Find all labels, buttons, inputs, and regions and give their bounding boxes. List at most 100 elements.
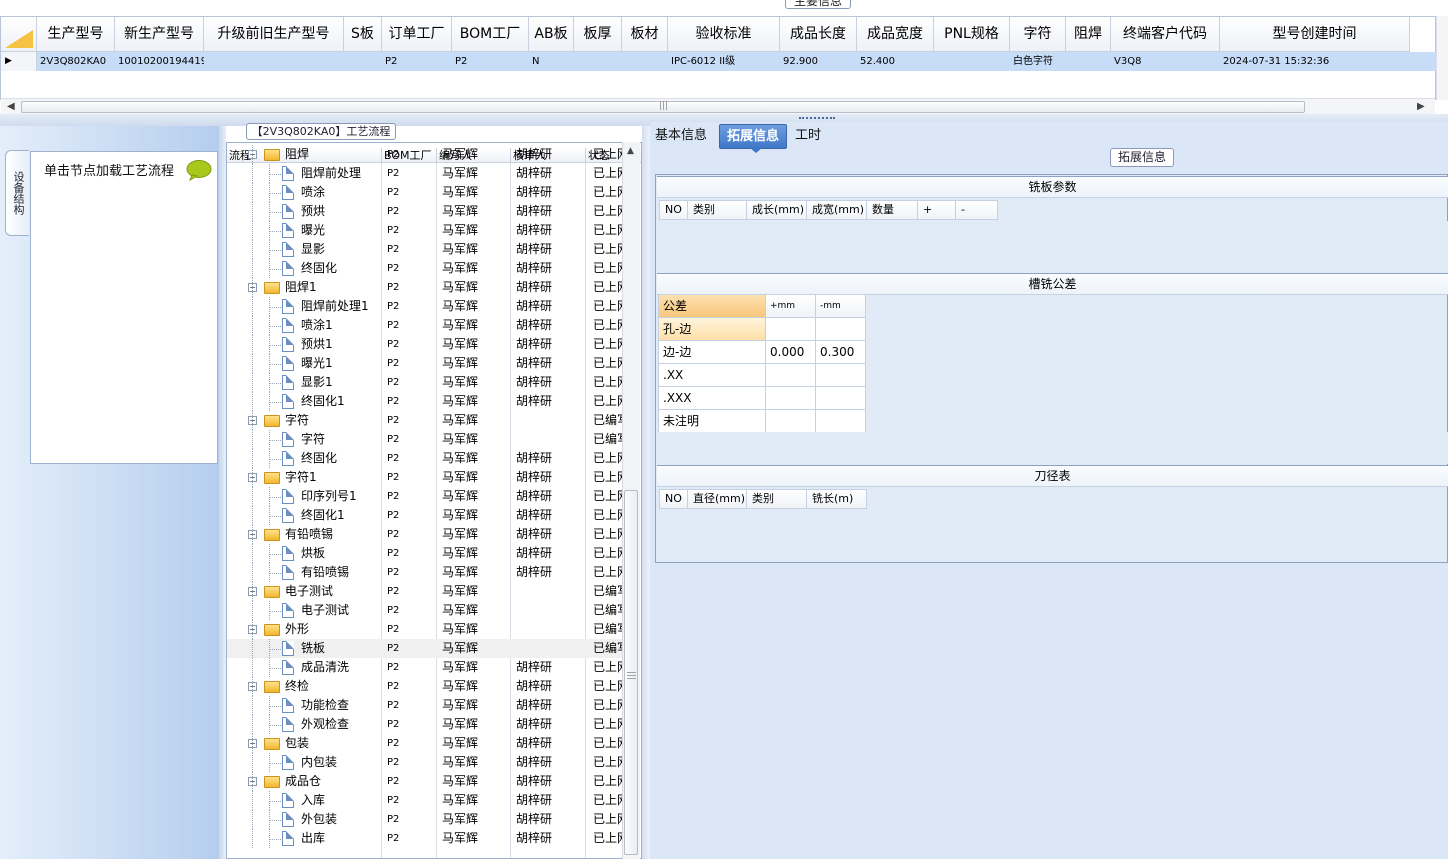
- tree-node-label[interactable]: 曝光: [301, 221, 325, 240]
- tree-node-label[interactable]: 字符: [301, 430, 325, 449]
- tree-row[interactable]: 功能检查 P2 马军辉 胡梓研 已上网: [227, 696, 624, 715]
- tree-row[interactable]: 预烘 P2 马军辉 胡梓研 已上网: [227, 202, 624, 221]
- mill-column-header[interactable]: 成宽(mm): [807, 200, 867, 220]
- table-cell[interactable]: V3Q8: [1111, 52, 1220, 71]
- scroll-right-icon[interactable]: ▶: [1417, 99, 1425, 115]
- tree-node-label[interactable]: 曝光1: [301, 354, 333, 373]
- table-cell[interactable]: 白色字符: [1010, 52, 1066, 71]
- tree-node-label[interactable]: 包装: [285, 734, 309, 753]
- tree-node-label[interactable]: 外包装: [301, 810, 337, 829]
- tree-row[interactable]: −外形P2马军辉已编写: [227, 620, 624, 639]
- table-cell[interactable]: 52.400: [857, 52, 934, 71]
- tree-row[interactable]: 外观检查 P2 马军辉 胡梓研 已上网: [227, 715, 624, 734]
- tree-node-label[interactable]: 成品清洗: [301, 658, 349, 677]
- tree-row[interactable]: 阻焊前处理1 P2 马军辉 胡梓研 已上网: [227, 297, 624, 316]
- column-header[interactable]: 订单工厂: [382, 17, 452, 52]
- tree-row[interactable]: 有铅喷锡 P2 马军辉 胡梓研 已上网: [227, 563, 624, 582]
- tree-row[interactable]: 预烘1 P2 马军辉 胡梓研 已上网: [227, 335, 624, 354]
- tree-node-label[interactable]: 电子测试: [285, 582, 333, 601]
- mill-column-header[interactable]: 数量: [867, 200, 918, 220]
- column-header[interactable]: 成品宽度: [857, 17, 934, 52]
- column-header[interactable]: 新生产型号: [115, 17, 204, 52]
- table-cell[interactable]: [344, 52, 382, 71]
- tab-work-hours[interactable]: 工时: [791, 124, 825, 149]
- table-cell[interactable]: [574, 52, 622, 71]
- column-header[interactable]: 型号创建时间: [1220, 17, 1410, 52]
- column-header[interactable]: 终端客户代码: [1111, 17, 1220, 52]
- tree-node-label[interactable]: 有铅喷锡: [285, 525, 333, 544]
- mill-column-header[interactable]: -: [956, 200, 998, 220]
- mill-column-header[interactable]: 类别: [688, 200, 747, 220]
- tree-row[interactable]: −电子测试P2马军辉已编写: [227, 582, 624, 601]
- tree-row[interactable]: −有铅喷锡P2马军辉胡梓研已上网: [227, 525, 624, 544]
- tree-row[interactable]: −字符P2马军辉已编写: [227, 411, 624, 430]
- table-cell[interactable]: 10010200194419: [115, 52, 204, 71]
- cutter-column-header[interactable]: 直径(mm): [688, 489, 747, 509]
- tree-row[interactable]: 终固化 P2 马军辉 胡梓研 已上网: [227, 449, 624, 468]
- tree-row[interactable]: 烘板 P2 马军辉 胡梓研 已上网: [227, 544, 624, 563]
- column-header[interactable]: S板: [344, 17, 382, 52]
- tree-node-label[interactable]: 预烘: [301, 202, 325, 221]
- tolerance-cell[interactable]: 0.300: [816, 341, 866, 364]
- table-cell[interactable]: 92.900: [780, 52, 857, 71]
- tree-row[interactable]: 终固化1 P2 马军辉 胡梓研 已上网: [227, 506, 624, 525]
- mill-column-header[interactable]: 成长(mm): [747, 200, 807, 220]
- vtab-equipment-structure[interactable]: 设备结构: [5, 150, 29, 236]
- tree-row[interactable]: 铣板 P2 马军辉 已编写: [227, 639, 624, 658]
- tree-row[interactable]: 终固化1 P2 马军辉 胡梓研 已上网: [227, 392, 624, 411]
- tree-node-label[interactable]: 终固化: [301, 259, 337, 278]
- tolerance-cell[interactable]: [816, 387, 866, 410]
- tolerance-cell[interactable]: [766, 387, 816, 410]
- tree-node-label[interactable]: 有铅喷锡: [301, 563, 349, 582]
- tree-row[interactable]: 阻焊前处理 P2 马军辉 胡梓研 已上网: [227, 164, 624, 183]
- tree-row[interactable]: −字符1P2马军辉胡梓研已上网: [227, 468, 624, 487]
- tree-node-label[interactable]: 预烘1: [301, 335, 333, 354]
- tree-node-label[interactable]: 喷涂: [301, 183, 325, 202]
- tree-row[interactable]: 喷涂 P2 马军辉 胡梓研 已上网: [227, 183, 624, 202]
- scroll-up-icon[interactable]: ▲: [627, 146, 634, 156]
- column-header[interactable]: 成品长度: [780, 17, 857, 52]
- tree-node-label[interactable]: 内包装: [301, 753, 337, 772]
- tree-row[interactable]: 入库 P2 马军辉 胡梓研 已上网: [227, 791, 624, 810]
- tree-row[interactable]: 显影1 P2 马军辉 胡梓研 已上网: [227, 373, 624, 392]
- tree-node-label[interactable]: 阻焊1: [285, 278, 317, 297]
- tree-node-label[interactable]: 铣板: [301, 639, 325, 658]
- table-cell[interactable]: N: [529, 52, 574, 71]
- tab-extended-info[interactable]: 拓展信息: [719, 124, 787, 153]
- tree-scroll-thumb[interactable]: |||: [624, 490, 638, 855]
- tree-row[interactable]: 印序列号1 P2 马军辉 胡梓研 已上网: [227, 487, 624, 506]
- tree-node-label[interactable]: 入库: [301, 791, 325, 810]
- tolerance-cell[interactable]: [766, 318, 816, 341]
- table-cell[interactable]: 2024-07-31 15:32:36: [1220, 52, 1410, 71]
- table-cell[interactable]: P2: [382, 52, 452, 71]
- tree-node-label[interactable]: 阻焊: [285, 145, 309, 164]
- column-header[interactable]: 验收标准: [668, 17, 780, 52]
- grid-corner[interactable]: [1, 17, 37, 52]
- table-cell[interactable]: [622, 52, 668, 71]
- column-header[interactable]: 板材: [622, 17, 668, 52]
- column-header[interactable]: 板厚: [574, 17, 622, 52]
- tree-row[interactable]: 出库 P2 马军辉 胡梓研 已上网: [227, 829, 624, 848]
- scroll-thumb[interactable]: |||: [21, 101, 1305, 113]
- left-splitter[interactable]: [219, 126, 226, 859]
- cutter-column-header[interactable]: 铣长(m): [807, 489, 867, 509]
- middle-splitter[interactable]: [642, 126, 650, 859]
- tolerance-cell[interactable]: [816, 318, 866, 341]
- tree-row[interactable]: 终固化 P2 马军辉 胡梓研 已上网: [227, 259, 624, 278]
- tree-node-label[interactable]: 终检: [285, 677, 309, 696]
- mill-column-header[interactable]: NO: [659, 200, 688, 220]
- tree-node-label[interactable]: 终固化1: [301, 392, 345, 411]
- tolerance-cell[interactable]: 0.000: [766, 341, 816, 364]
- tree-node-label[interactable]: 字符1: [285, 468, 317, 487]
- tree-row[interactable]: 显影 P2 马军辉 胡梓研 已上网: [227, 240, 624, 259]
- tab-basic-info[interactable]: 基本信息: [651, 124, 711, 149]
- column-header[interactable]: 升级前旧生产型号: [204, 17, 344, 52]
- cutter-column-header[interactable]: 类别: [747, 489, 807, 509]
- cutter-column-header[interactable]: NO: [659, 489, 688, 509]
- tree-row[interactable]: 喷涂1 P2 马军辉 胡梓研 已上网: [227, 316, 624, 335]
- column-header[interactable]: 字符: [1010, 17, 1066, 52]
- tree-row[interactable]: 外包装 P2 马军辉 胡梓研 已上网: [227, 810, 624, 829]
- table-cell[interactable]: [1066, 52, 1111, 71]
- tree-node-label[interactable]: 阻焊前处理: [301, 164, 361, 183]
- tree-node-label[interactable]: 出库: [301, 829, 325, 848]
